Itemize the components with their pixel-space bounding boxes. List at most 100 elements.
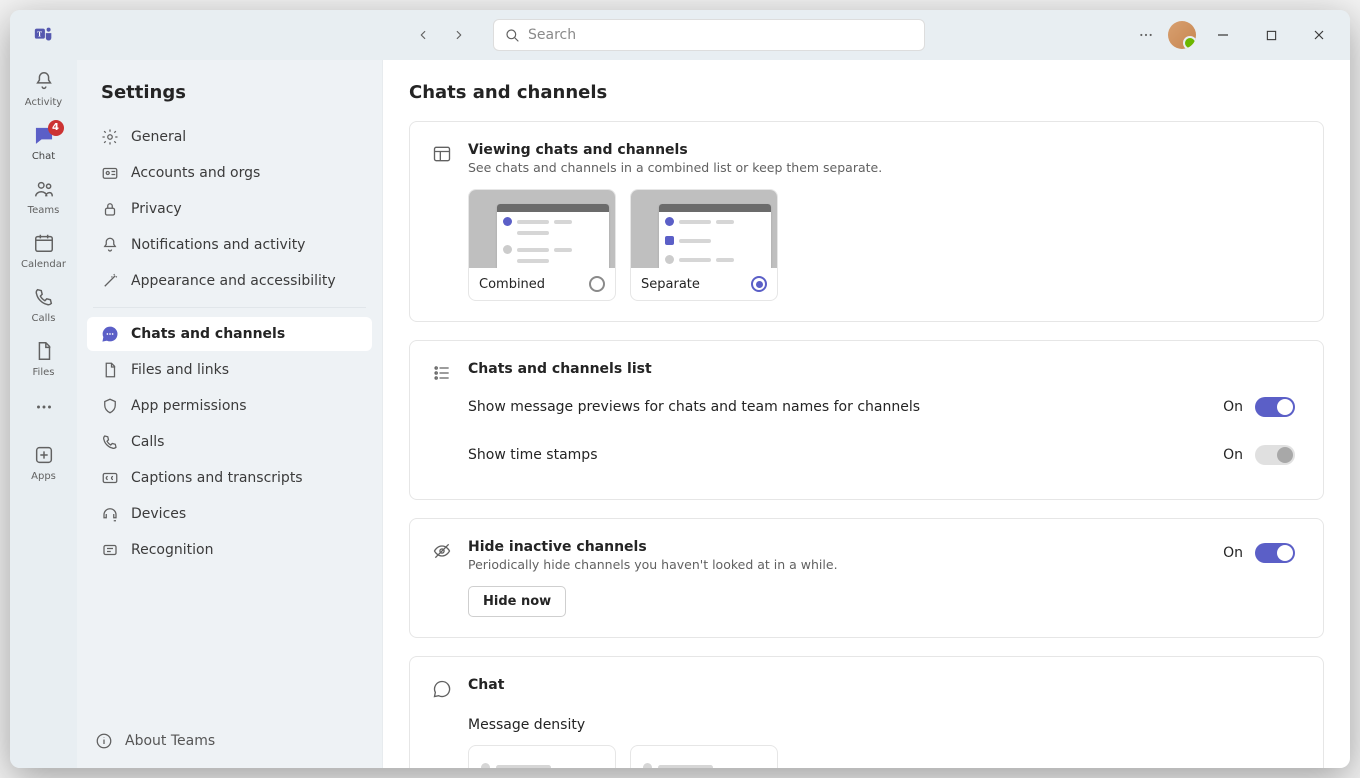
nav-devices[interactable]: Devices [87, 497, 372, 531]
card-sub: Periodically hide channels you haven't l… [468, 557, 838, 572]
rail-more[interactable] [14, 390, 74, 422]
nav-general[interactable]: General [87, 120, 372, 154]
app-logo: T [10, 24, 77, 46]
ellipsis-icon [33, 396, 55, 418]
nav-permissions[interactable]: App permissions [87, 389, 372, 423]
phone-icon [33, 286, 55, 308]
rail-calendar[interactable]: Calendar [14, 226, 74, 274]
toggle-message-previews[interactable] [1255, 397, 1295, 417]
nav-captions[interactable]: Captions and transcripts [87, 461, 372, 495]
density-option-compact[interactable] [630, 745, 778, 768]
rail-calls[interactable]: Calls [14, 280, 74, 328]
settings-nav-list: General Accounts and orgs Privacy Notifi… [77, 119, 382, 568]
layout-label: Combined [479, 277, 545, 292]
search-input[interactable]: Search [493, 19, 925, 51]
radio-combined[interactable] [589, 276, 605, 292]
eye-off-icon [432, 541, 452, 561]
rail-files[interactable]: Files [14, 334, 74, 382]
card-view-options: Viewing chats and channels See chats and… [409, 121, 1324, 322]
rail-chat[interactable]: 4 Chat [14, 118, 74, 166]
nav-label: Captions and transcripts [131, 470, 303, 486]
settings-title: Settings [77, 60, 382, 119]
title-bar: T Search [10, 10, 1350, 60]
nav-accounts[interactable]: Accounts and orgs [87, 156, 372, 190]
nav-label: Recognition [131, 542, 213, 558]
layout-thumb-combined [469, 190, 615, 268]
close-button[interactable] [1298, 19, 1340, 51]
nav-files-links[interactable]: Files and links [87, 353, 372, 387]
maximize-icon [1266, 30, 1277, 41]
list-icon [432, 363, 452, 383]
card-hide-inactive: Hide inactive channels Periodically hide… [409, 518, 1324, 638]
bell-icon [101, 236, 119, 254]
density-options [468, 745, 1301, 768]
toggle-timestamps[interactable] [1255, 445, 1295, 465]
chevron-left-icon [416, 28, 430, 42]
toggle-state: On [1223, 545, 1243, 561]
row-label: Show time stamps [468, 447, 598, 463]
nav-label: Chats and channels [131, 326, 285, 342]
layout-option-combined[interactable]: Combined [468, 189, 616, 301]
rail-teams[interactable]: Teams [14, 172, 74, 220]
nav-notifications[interactable]: Notifications and activity [87, 228, 372, 262]
chat-bubble-icon [101, 325, 119, 343]
density-option-comfy[interactable] [468, 745, 616, 768]
row-message-previews: Show message previews for chats and team… [432, 383, 1301, 431]
close-icon [1313, 29, 1325, 41]
nav-label: Calls [131, 434, 164, 450]
layout-thumb-separate [631, 190, 777, 268]
shell: Activity 4 Chat Teams Calendar Calls [10, 60, 1350, 768]
chat-outline-icon [432, 679, 452, 699]
nav-recognition[interactable]: Recognition [87, 533, 372, 567]
lock-icon [101, 200, 119, 218]
forward-button[interactable] [443, 19, 475, 51]
cc-icon [101, 469, 119, 487]
more-options-button[interactable] [1130, 19, 1162, 51]
layout-option-separate[interactable]: Separate [630, 189, 778, 301]
nav-calls[interactable]: Calls [87, 425, 372, 459]
avatar[interactable] [1168, 21, 1196, 49]
nav-label: App permissions [131, 398, 247, 414]
app-window: T Search [10, 10, 1350, 768]
card-list-section: Chats and channels list Show message pre… [409, 340, 1324, 500]
search-placeholder: Search [528, 27, 576, 43]
teams-icon: T [33, 24, 55, 46]
wand-icon [101, 272, 119, 290]
minimize-button[interactable] [1202, 19, 1244, 51]
nav-chats-channels[interactable]: Chats and channels [87, 317, 372, 351]
rail-activity[interactable]: Activity [14, 64, 74, 112]
nav-label: General [131, 129, 186, 145]
maximize-button[interactable] [1250, 19, 1292, 51]
people-icon [33, 178, 55, 200]
card-title: Chat [468, 677, 504, 693]
button-label: Hide now [483, 594, 551, 609]
hide-now-button[interactable]: Hide now [468, 586, 566, 617]
radio-separate[interactable] [751, 276, 767, 292]
back-button[interactable] [407, 19, 439, 51]
page-title: Chats and channels [409, 82, 1324, 103]
card-title: Chats and channels list [468, 361, 652, 377]
minimize-icon [1217, 29, 1229, 41]
rail-badge: 4 [48, 120, 64, 136]
toggle-hide-inactive[interactable] [1255, 543, 1295, 563]
nav-privacy[interactable]: Privacy [87, 192, 372, 226]
card-title: Viewing chats and channels [468, 142, 882, 158]
nav-label: Devices [131, 506, 186, 522]
file-icon [33, 340, 55, 362]
calendar-icon [33, 232, 55, 254]
rail-apps[interactable]: Apps [14, 438, 74, 486]
gear-icon [101, 128, 119, 146]
shield-icon [101, 397, 119, 415]
layout-label: Separate [641, 277, 700, 292]
card-title: Hide inactive channels [468, 539, 838, 555]
headset-icon [101, 505, 119, 523]
rail-label: Files [33, 367, 55, 378]
info-icon [95, 732, 113, 750]
card-sub: See chats and channels in a combined lis… [468, 160, 882, 175]
nav-about[interactable]: About Teams [77, 720, 382, 768]
nav-divider [93, 307, 366, 308]
nav-appearance[interactable]: Appearance and accessibility [87, 264, 372, 298]
svg-text:T: T [37, 29, 42, 38]
toggle-state: On [1223, 447, 1243, 463]
nav-label: Accounts and orgs [131, 165, 260, 181]
